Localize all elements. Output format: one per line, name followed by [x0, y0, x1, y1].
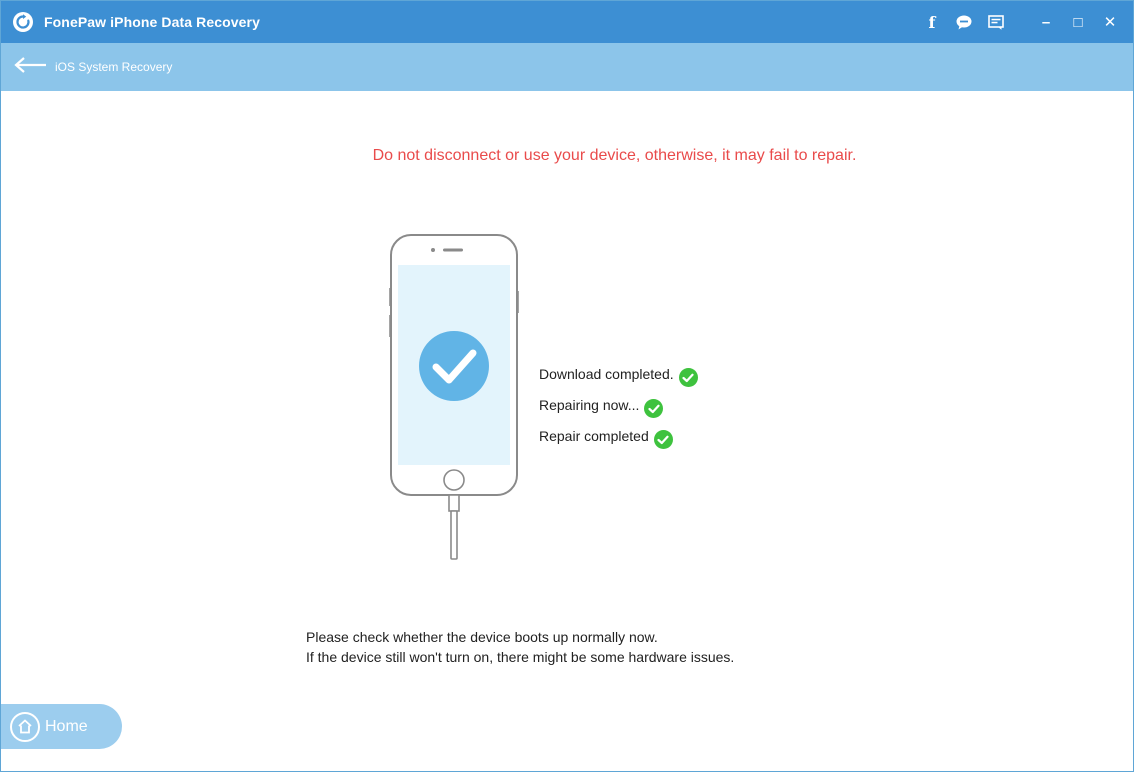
warning-message: Do not disconnect or use your device, ot…	[372, 147, 857, 164]
app-window: FonePaw iPhone Data Recovery f – □ ✕ iOS…	[0, 0, 1134, 772]
app-title: FonePaw iPhone Data Recovery	[44, 14, 260, 30]
title-controls: f – □ ✕	[923, 1, 1119, 43]
home-label: Home	[45, 717, 88, 735]
info-line-2: If the device still won't turn on, there…	[306, 649, 735, 665]
check-circle-icon	[678, 368, 698, 387]
info-message: Please check whether the device boots up…	[306, 627, 734, 667]
status-item-repair-completed: Repair completed	[539, 413, 698, 449]
close-icon[interactable]: ✕	[1101, 13, 1119, 31]
check-circle-icon	[653, 430, 673, 449]
home-icon	[10, 711, 40, 742]
chat-bubble-icon[interactable]	[955, 13, 973, 31]
phone-check-icon	[389, 233, 519, 563]
status-item-download: Download completed.	[539, 351, 698, 387]
minimize-icon[interactable]: –	[1037, 13, 1055, 31]
maximize-icon[interactable]: □	[1069, 13, 1087, 31]
title-bar: FonePaw iPhone Data Recovery f – □ ✕	[1, 1, 1133, 43]
facebook-icon[interactable]: f	[923, 13, 941, 32]
back-button[interactable]: iOS System Recovery	[13, 56, 172, 79]
status-item-repairing: Repairing now...	[539, 382, 698, 418]
refresh-icon	[11, 10, 35, 34]
status-list: Download completed. Repairing now... Rep…	[539, 351, 698, 449]
back-label: iOS System Recovery	[55, 60, 173, 74]
info-line-1: Please check whether the device boots up…	[306, 629, 658, 645]
status-label: Download completed.	[539, 366, 674, 382]
sub-bar: iOS System Recovery	[1, 43, 1133, 91]
feedback-icon[interactable]	[987, 13, 1005, 31]
home-button[interactable]: Home	[1, 704, 122, 749]
status-label: Repair completed	[539, 428, 649, 444]
arrow-left-icon	[13, 56, 47, 79]
status-label: Repairing now...	[539, 397, 640, 413]
